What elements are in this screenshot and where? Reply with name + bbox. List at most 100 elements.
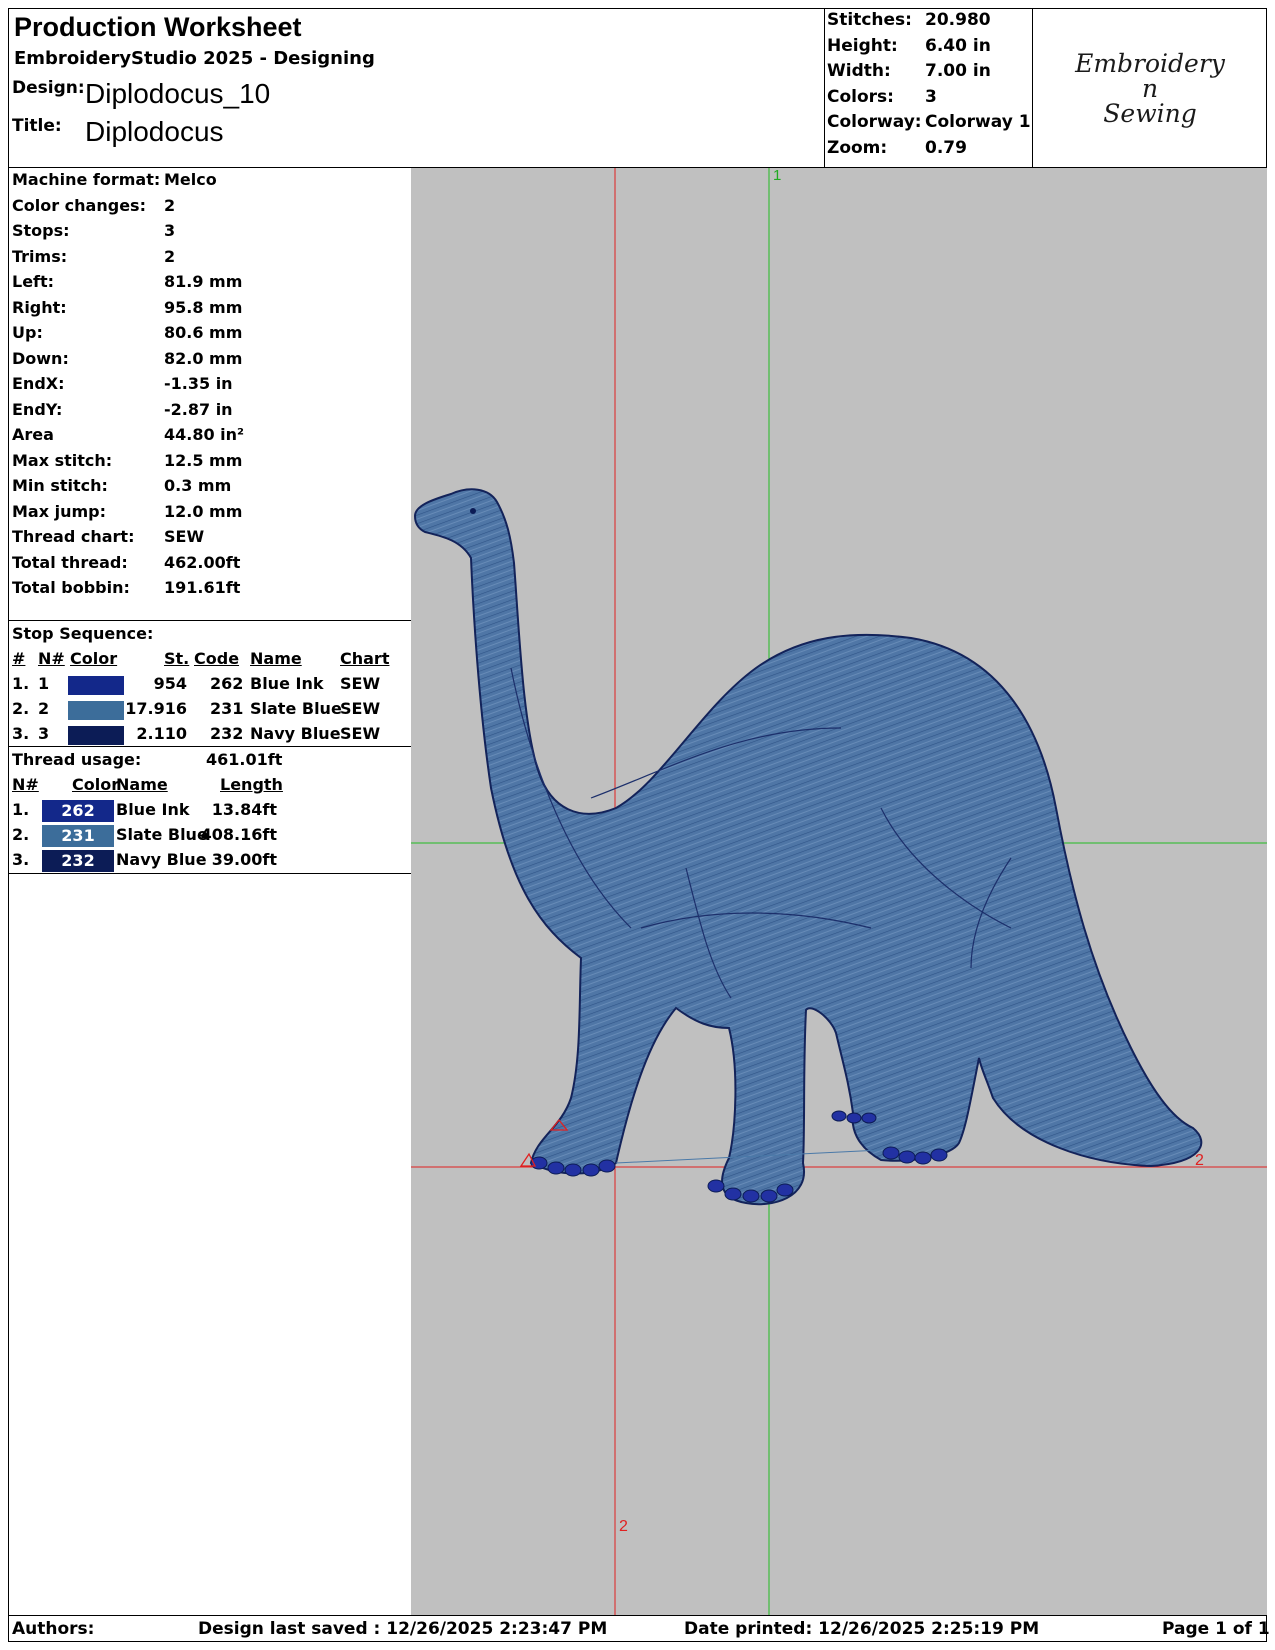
col-header-length: Length: [220, 775, 283, 794]
info-label: Max jump:: [12, 501, 107, 521]
info-value: -2.87 in: [164, 399, 233, 419]
col-header-chart: Chart: [340, 649, 390, 668]
info-value: 95.8 mm: [164, 297, 243, 317]
guide-label-green-top: 1: [773, 168, 781, 184]
worksheet-title: Production Worksheet: [14, 12, 302, 42]
title-value: Diplodocus: [85, 116, 224, 147]
col-header-n: N#: [38, 649, 65, 668]
stop-chart: SEW: [340, 724, 381, 743]
stop-thread-name: Slate Blue: [250, 699, 342, 718]
usage-thread-name: Navy Blue: [116, 850, 207, 869]
col-header-st: St.: [164, 649, 190, 668]
stop-thread-name: Navy Blue: [250, 724, 341, 743]
info-label: Thread chart:: [12, 527, 135, 546]
logo-text: Embroidery n Sewing: [1075, 48, 1225, 128]
col-header-code: Code: [194, 649, 240, 668]
usage-num: 2.: [12, 825, 30, 844]
thread-usage-title: Thread usage:: [12, 750, 142, 769]
divider: [8, 746, 412, 747]
info-value: 12.5 mm: [164, 450, 243, 470]
design-canvas[interactable]: 1 1 2 2: [411, 168, 1267, 1615]
design-summary: Stitches: 20.980 Height: 6.40 in Width: 7.0…: [824, 8, 1032, 168]
brand-logo: Embroidery n Sewing: [1032, 8, 1267, 168]
title-label: Title:: [12, 116, 62, 136]
date-printed: Date printed: 12/26/2025 2:25:19 PM: [684, 1619, 1040, 1639]
info-label: Machine format:: [12, 170, 161, 189]
info-label: Color changes:: [12, 195, 146, 215]
info-label: Area: [12, 425, 54, 444]
guide-label-red-right: 2: [1195, 1152, 1204, 1169]
color-swatch: [68, 701, 124, 720]
info-label: Max stitch:: [12, 450, 113, 470]
divider: [8, 873, 412, 874]
stop-needle: 1: [38, 674, 50, 693]
usage-length: 39.00ft: [211, 850, 277, 869]
col-header-name: Name: [116, 775, 168, 794]
info-value: 462.00ft: [164, 552, 241, 572]
design-value: Diplodocus_10: [85, 78, 271, 109]
design-preview: 1 1 2 2: [411, 168, 1267, 1615]
stop-stitches: 954: [153, 674, 187, 693]
info-value: 81.9 mm: [164, 272, 243, 291]
page-number: Page 1 of 1: [1162, 1619, 1270, 1639]
stop-code: 231: [210, 699, 244, 718]
app-name: EmbroideryStudio 2025 - Designing: [14, 48, 375, 69]
info-value: -1.35 in: [164, 374, 233, 393]
stop-needle: 2: [38, 699, 50, 718]
info-label: Min stitch:: [12, 476, 108, 495]
info-label: EndX:: [12, 374, 65, 393]
info-label: Total bobbin:: [12, 578, 130, 597]
info-label: Total thread:: [12, 552, 128, 572]
info-value: 0.3 mm: [164, 476, 232, 495]
color-swatch: [68, 726, 124, 745]
info-value: 191.61ft: [164, 578, 241, 597]
stop-stitches: 17.916: [125, 699, 187, 718]
info-value: 12.0 mm: [164, 501, 243, 521]
divider: [8, 620, 412, 621]
thread-usage-total: 461.01ft: [206, 750, 283, 769]
diplodocus-design: [413, 488, 1203, 1206]
thread-code-swatch: 262: [42, 800, 114, 822]
info-label: Stops:: [12, 221, 70, 240]
usage-thread-name: Blue Ink: [116, 800, 190, 819]
usage-num: 3.: [12, 850, 30, 869]
stop-chart: SEW: [340, 674, 381, 693]
col-header-color: Color: [72, 775, 120, 794]
info-label: Up:: [12, 323, 43, 342]
authors-label: Authors:: [12, 1619, 95, 1639]
usage-thread-name: Slate Blue: [116, 825, 208, 844]
col-header-n: N#: [12, 775, 39, 794]
design-label: Design:: [12, 78, 85, 98]
stop-sequence-title: Stop Sequence:: [12, 624, 154, 643]
usage-num: 1.: [12, 800, 30, 819]
info-label: Right:: [12, 297, 67, 317]
info-label: Down:: [12, 348, 69, 368]
info-label: Trims:: [12, 246, 68, 266]
thread-code-swatch: 232: [42, 850, 114, 872]
usage-length: 408.16ft: [200, 825, 277, 844]
stop-needle: 3: [38, 724, 50, 743]
stop-chart: SEW: [340, 699, 381, 718]
color-swatch: [68, 676, 124, 695]
stop-num: 2.: [12, 699, 30, 718]
col-header-num: #: [12, 649, 26, 668]
guide-label-red-bottom: 2: [619, 1518, 628, 1535]
info-value: 82.0 mm: [164, 348, 243, 368]
stop-code: 232: [210, 724, 244, 743]
stop-num: 1.: [12, 674, 30, 693]
stop-num: 3.: [12, 724, 30, 743]
usage-length: 13.84ft: [211, 800, 277, 819]
details-panel: Machine format: Melco Color changes: 2 Stops…: [8, 168, 412, 1615]
stop-stitches: 2.110: [136, 724, 187, 743]
col-header-name: Name: [250, 649, 302, 668]
info-value: 2: [164, 195, 176, 215]
thread-code-swatch: 231: [42, 825, 114, 847]
info-value: 2: [164, 246, 176, 266]
stop-thread-name: Blue Ink: [250, 674, 324, 693]
info-label: EndY:: [12, 399, 63, 419]
info-value: 80.6 mm: [164, 323, 243, 342]
last-saved: Design last saved : 12/26/2025 2:23:47 P…: [198, 1619, 608, 1639]
info-value: 3: [164, 221, 176, 240]
info-label: Left:: [12, 272, 55, 291]
info-value: 44.80 in²: [164, 425, 245, 444]
